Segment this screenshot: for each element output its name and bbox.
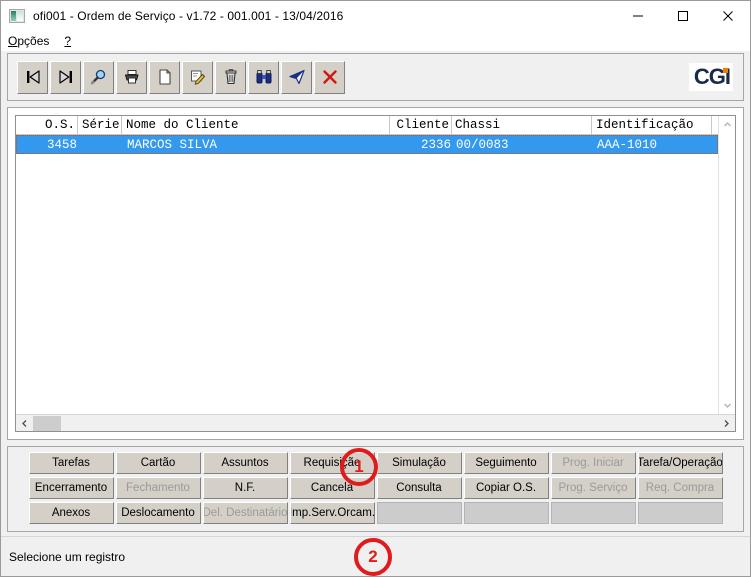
toolbar-panel: CGI [7, 53, 744, 101]
cell-serie [79, 136, 123, 153]
cell-chassi: 00/0083 [456, 137, 509, 152]
menu-item-help[interactable]: ? [64, 34, 78, 48]
column-header-chassi[interactable]: Chassi [452, 116, 592, 135]
scroll-right-button[interactable] [718, 415, 735, 432]
button-fechamento: Fechamento [115, 477, 201, 499]
button-deslocamento[interactable]: Deslocamento [115, 502, 201, 524]
grid-body-wrapper: O.S. Série Nome do Cliente Cliente Chass… [16, 116, 735, 414]
trash-icon [225, 69, 236, 85]
chevron-left-icon [22, 419, 27, 427]
button-blank-2 [463, 502, 549, 524]
title-bar: ofi001 - Ordem de Serviço - v1.72 - 001.… [1, 1, 750, 31]
button-imp-serv-orcam[interactable]: Imp.Serv.Orcam. [289, 502, 375, 524]
send-button[interactable] [281, 60, 312, 94]
button-blank-3 [550, 502, 636, 524]
button-prog-servico: Prog. Serviço [550, 477, 636, 499]
first-record-icon [26, 70, 40, 84]
button-blank-4 [637, 502, 723, 524]
first-record-button[interactable] [17, 60, 48, 94]
maximize-button[interactable] [660, 1, 705, 31]
find-button[interactable] [248, 60, 279, 94]
cell-cliente: 2336 [420, 137, 451, 152]
action-button-panel: Tarefas Cartão Assuntos Requisição Simul… [7, 446, 744, 532]
menu-item-opcoes[interactable]: Opções [8, 34, 56, 48]
button-tarefas[interactable]: Tarefas [28, 452, 114, 474]
vertical-scrollbar[interactable] [718, 116, 735, 414]
record-list-panel: O.S. Série Nome do Cliente Cliente Chass… [7, 107, 744, 440]
button-simulacao[interactable]: Simulação [376, 452, 462, 474]
cell-nome: MARCOS SILVA [127, 137, 218, 152]
chevron-down-icon [723, 403, 731, 408]
button-requisicao[interactable]: Requisição [289, 452, 375, 474]
button-prog-iniciar: Prog. Iniciar [550, 452, 636, 474]
cell-identificacao: AAA-1010 [597, 137, 658, 152]
column-header-serie[interactable]: Série [78, 116, 122, 135]
grid-empty-area [16, 154, 718, 414]
last-record-button[interactable] [50, 60, 81, 94]
window-title: ofi001 - Ordem de Serviço - v1.72 - 001.… [33, 9, 344, 23]
scroll-up-button[interactable] [719, 116, 736, 133]
horizontal-scroll-thumb[interactable] [33, 416, 61, 431]
window-icon [9, 9, 25, 23]
button-del-destinatario: Del. Destinatário [202, 502, 288, 524]
horizontal-scrollbar[interactable] [16, 414, 735, 431]
cancel-button[interactable] [314, 60, 345, 94]
send-icon [288, 69, 305, 85]
action-button-row-3: Anexos Deslocamento Del. Destinatário Im… [8, 502, 743, 524]
scroll-left-button[interactable] [16, 415, 33, 432]
status-bar: Selecione um registro [1, 536, 750, 576]
grid-header-row: O.S. Série Nome do Cliente Cliente Chass… [16, 116, 718, 135]
chevron-right-icon [724, 419, 729, 427]
last-record-icon [58, 70, 72, 84]
binoculars-icon [256, 70, 271, 84]
column-header-cliente[interactable]: Cliente [390, 116, 452, 135]
grid-main: O.S. Série Nome do Cliente Cliente Chass… [16, 116, 718, 414]
button-nf[interactable]: N.F. [202, 477, 288, 499]
delete-record-button[interactable] [215, 60, 246, 94]
print-button[interactable] [116, 60, 147, 94]
printer-icon [124, 70, 138, 84]
cancel-x-icon [322, 70, 337, 84]
action-button-row-2: Encerramento Fechamento N.F. Cancela Con… [8, 477, 743, 499]
button-anexos[interactable]: Anexos [28, 502, 114, 524]
cgi-logo-accent [723, 68, 728, 73]
column-header-identificacao[interactable]: Identificação [592, 116, 712, 135]
cgi-logo: CGI [688, 63, 733, 91]
button-consulta[interactable]: Consulta [376, 477, 462, 499]
magnifier-icon [90, 69, 105, 85]
button-seguimento[interactable]: Seguimento [463, 452, 549, 474]
record-grid: O.S. Série Nome do Cliente Cliente Chass… [15, 115, 736, 432]
window-controls [615, 1, 750, 31]
cell-os: 3458 [46, 137, 77, 152]
toolbar-button-group [17, 60, 345, 94]
edit-record-button[interactable] [182, 60, 213, 94]
button-assuntos[interactable]: Assuntos [202, 452, 288, 474]
button-cartao[interactable]: Cartão [115, 452, 201, 474]
status-bar-text: Selecione um registro [9, 549, 126, 564]
column-header-os[interactable]: O.S. [16, 116, 78, 135]
search-button[interactable] [83, 60, 114, 94]
action-button-row-1: Tarefas Cartão Assuntos Requisição Simul… [8, 452, 743, 474]
button-copiar-os[interactable]: Copiar O.S. [463, 477, 549, 499]
new-document-icon [158, 69, 171, 85]
minimize-button[interactable] [615, 1, 660, 31]
button-blank-1 [376, 502, 462, 524]
menu-item-opcoes-label: pções [17, 34, 50, 48]
close-button[interactable] [705, 1, 750, 31]
column-header-nome[interactable]: Nome do Cliente [122, 116, 390, 135]
new-record-button[interactable] [149, 60, 180, 94]
button-req-compra: Req. Compra [637, 477, 723, 499]
scroll-down-button[interactable] [719, 397, 736, 414]
menu-bar: Opções ? [1, 31, 750, 51]
edit-pencil-icon [190, 70, 205, 85]
application-window: ofi001 - Ordem de Serviço - v1.72 - 001.… [0, 0, 751, 577]
button-encerramento[interactable]: Encerramento [28, 477, 114, 499]
table-row[interactable]: 3458 MARCOS SILVA 2336 00/0083 AAA-1010 [16, 135, 718, 154]
button-tarefa-operacao[interactable]: Tarefa/Operação [637, 452, 723, 474]
chevron-up-icon [723, 122, 731, 127]
button-cancela[interactable]: Cancela [289, 477, 375, 499]
